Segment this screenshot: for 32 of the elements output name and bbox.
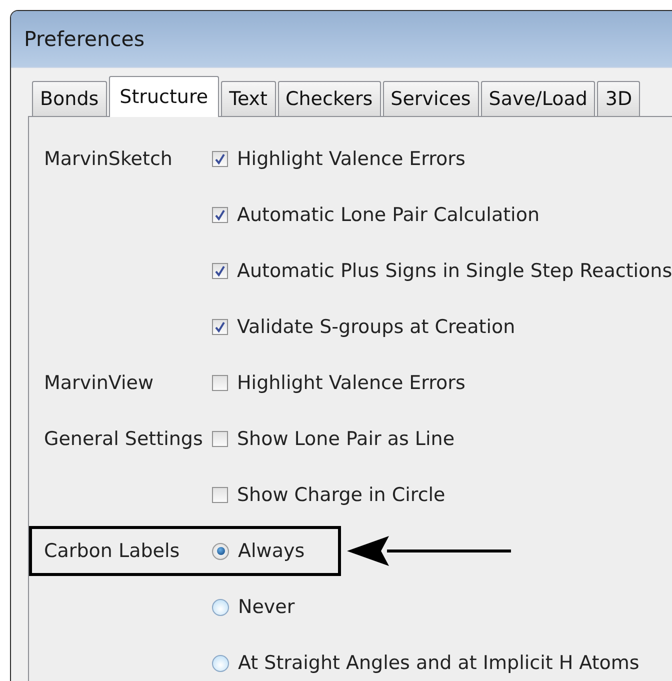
checkbox[interactable]: [212, 487, 228, 503]
checkbox-option[interactable]: Show Lone Pair as Line: [212, 428, 455, 450]
radio-button[interactable]: [212, 654, 229, 672]
section-label: MarvinView: [44, 372, 154, 394]
tab[interactable]: Text: [221, 81, 276, 116]
tab[interactable]: Checkers: [278, 81, 381, 116]
checkbox[interactable]: [212, 207, 228, 223]
tab[interactable]: Services: [382, 81, 479, 116]
checkbox-option[interactable]: Automatic Plus Signs in Single Step Reactions: [212, 260, 672, 282]
checkbox-option[interactable]: Automatic Lone Pair Calculation: [212, 204, 540, 226]
tab[interactable]: 3D: [597, 81, 640, 116]
radio-option[interactable]: At Straight Angles and at Implicit H Atoms: [212, 652, 640, 674]
radio-button[interactable]: [212, 542, 229, 560]
radio-button[interactable]: [212, 598, 229, 616]
tab[interactable]: Bonds: [32, 81, 107, 116]
section-label: Carbon Labels: [44, 540, 180, 562]
tab[interactable]: Structure: [108, 76, 220, 117]
checkbox[interactable]: [212, 263, 228, 279]
section-label: General Settings: [44, 428, 203, 450]
checkbox[interactable]: [212, 151, 228, 167]
checkbox-option[interactable]: Highlight Valence Errors: [212, 372, 466, 394]
tab[interactable]: Save/Load: [480, 81, 596, 116]
radio-option[interactable]: Never: [212, 596, 295, 618]
section-label: MarvinSketch: [44, 148, 172, 170]
checkbox-option[interactable]: Show Charge in Circle: [212, 484, 446, 506]
window-title: Preferences: [24, 27, 145, 51]
checkbox[interactable]: [212, 319, 228, 335]
checkbox[interactable]: [212, 431, 228, 447]
radio-option[interactable]: Always: [212, 540, 305, 562]
checkbox-option[interactable]: Validate S-groups at Creation: [212, 316, 516, 338]
checkbox-option[interactable]: Highlight Valence Errors: [212, 148, 466, 170]
checkbox[interactable]: [212, 375, 228, 391]
